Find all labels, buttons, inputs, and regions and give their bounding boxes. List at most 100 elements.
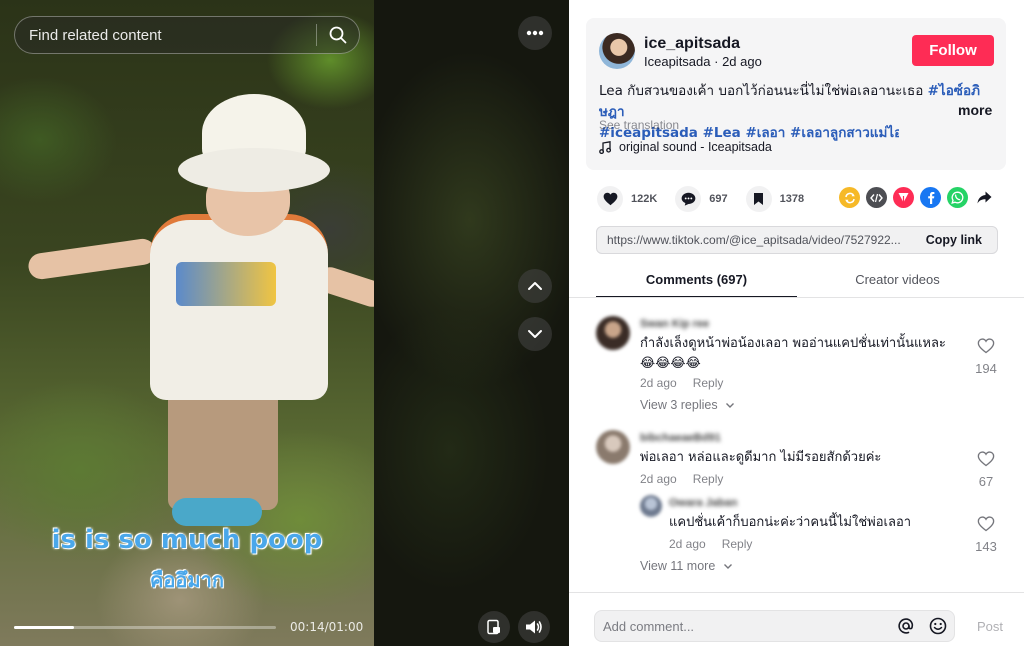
comment-text: กำลังเล็งดูหน้าพ่อน้องเลอา พออ่านแคปชั่น… xyxy=(640,336,946,371)
embed-icon xyxy=(870,193,883,202)
comment-composer xyxy=(594,610,955,642)
more-options-button[interactable] xyxy=(518,16,552,50)
comment-input[interactable] xyxy=(595,618,890,634)
reply-button[interactable]: Reply xyxy=(722,537,753,551)
floating-player-button[interactable] xyxy=(478,611,510,643)
commenter-name[interactable]: bibchaeaeBd91 xyxy=(640,432,721,444)
music-note-icon xyxy=(599,140,611,154)
comment-meta: 2d ago Reply xyxy=(640,376,723,390)
reply-meta: 2d ago Reply xyxy=(669,537,752,551)
video-frame[interactable]: is is so much poop คืออึมาก xyxy=(0,0,374,646)
favorite-button[interactable]: 1378 xyxy=(745,186,805,212)
video-url: https://www.tiktok.com/@ice_apitsada/vid… xyxy=(607,233,901,247)
shirt-logo xyxy=(176,262,276,306)
post-comment-button[interactable]: Post xyxy=(977,619,1003,634)
replier-name[interactable]: Owara Jaban xyxy=(669,497,737,509)
author-avatar[interactable] xyxy=(599,33,635,69)
progress-fill xyxy=(14,626,75,629)
volume-button[interactable] xyxy=(518,611,550,643)
author-nickname[interactable]: Iceapitsada xyxy=(644,54,711,69)
search-icon xyxy=(329,26,347,44)
tiktok-video-page: is is so much poop คืออึมาก 00:14/01:00 xyxy=(0,0,1024,646)
author-username[interactable]: ice_apitsada xyxy=(644,35,740,53)
repost-button[interactable] xyxy=(839,187,860,208)
search-button[interactable] xyxy=(317,17,359,53)
replier-avatar[interactable] xyxy=(640,495,662,517)
separator-dot: · xyxy=(714,54,723,69)
send-to-friends-button[interactable] xyxy=(893,187,914,208)
original-sound-link[interactable]: original sound - Iceapitsada xyxy=(599,140,772,154)
previous-video-button[interactable] xyxy=(518,269,552,303)
chevron-down-icon xyxy=(528,330,542,338)
video-info-card: ice_apitsada Iceapitsada · 2d ago Follow… xyxy=(586,18,1006,170)
like-button[interactable]: 122K xyxy=(597,186,657,212)
mention-button[interactable] xyxy=(890,617,922,635)
follow-button[interactable]: Follow xyxy=(912,35,994,66)
playback-time: 00:14/01:00 xyxy=(290,620,364,634)
copy-link-button[interactable]: Copy link xyxy=(914,233,997,247)
child-shirt xyxy=(150,214,328,400)
more-share-button[interactable] xyxy=(974,187,995,208)
chevron-down-icon xyxy=(726,403,735,408)
child-shoes xyxy=(172,498,262,526)
description-text: Lea กับสวนของเค้า บอกไว้ก่อนนะนี่ไม่ใช่พ… xyxy=(599,83,928,99)
progress-bar[interactable] xyxy=(14,626,276,629)
video-player[interactable]: is is so much poop คืออึมาก 00:14/01:00 xyxy=(0,0,569,646)
child-arm-left xyxy=(26,237,158,281)
commenter-name[interactable]: Swan Kip ree xyxy=(640,318,709,330)
post-date: 2d ago xyxy=(722,54,762,69)
reply-button[interactable]: Reply xyxy=(693,376,724,390)
comment-time: 2d ago xyxy=(640,472,677,486)
reply-button[interactable]: Reply xyxy=(693,472,724,486)
comment-like-button[interactable]: 194 xyxy=(966,338,1006,376)
send-icon xyxy=(898,193,909,203)
comment-like-count: 194 xyxy=(975,361,997,376)
comment-time: 2d ago xyxy=(640,376,677,390)
heart-outline-icon xyxy=(977,516,995,532)
search-input[interactable] xyxy=(15,26,316,44)
comment-box-divider xyxy=(569,592,1024,593)
share-whatsapp-button[interactable] xyxy=(947,187,968,208)
heart-outline-icon xyxy=(977,338,995,354)
description-more-button[interactable]: more xyxy=(958,102,992,118)
share-facebook-button[interactable] xyxy=(920,187,941,208)
picture-in-picture-icon xyxy=(487,619,500,635)
commenter-avatar[interactable] xyxy=(596,316,630,350)
like-icon-wrap xyxy=(597,186,623,212)
emoji-button[interactable] xyxy=(922,617,954,635)
child-legs xyxy=(168,388,278,510)
search-box[interactable] xyxy=(14,16,360,54)
share-arrow-icon xyxy=(977,191,992,204)
emoji-icon xyxy=(929,617,947,635)
tabs-divider xyxy=(569,297,1024,298)
reply-like-button[interactable]: 143 xyxy=(966,516,1006,554)
tab-creator-videos[interactable]: Creator videos xyxy=(797,266,998,298)
comment-icon-wrap xyxy=(675,186,702,212)
view-more-replies-button[interactable]: View 11 more xyxy=(640,559,733,573)
commenter-avatar[interactable] xyxy=(596,430,630,464)
next-video-button[interactable] xyxy=(518,317,552,351)
engagement-bar: 122K 697 1378 xyxy=(597,185,822,213)
author-nickname-line: Iceapitsada · 2d ago xyxy=(644,54,762,69)
bucket-hat-brim xyxy=(178,148,330,192)
reply-like-count: 143 xyxy=(975,539,997,554)
comment-like-button[interactable]: 67 xyxy=(966,451,1006,489)
tab-comments[interactable]: Comments (697) xyxy=(596,266,797,298)
repost-icon xyxy=(844,192,855,203)
reply-text: แคปชั่นเค้าก็บอกน่ะค่ะว่าคนนี้ไม่ใช่พ่อเ… xyxy=(669,515,912,530)
at-sign-icon xyxy=(898,618,914,634)
comment-text: พ่อเลอา หล่อและดูดีมาก ไม่มีรอยสักด้วยค่… xyxy=(640,450,882,465)
comment-button[interactable]: 697 xyxy=(675,186,728,212)
bookmark-icon xyxy=(754,193,764,205)
embed-button[interactable] xyxy=(866,187,887,208)
panel-tabs: Comments (697) Creator videos xyxy=(596,266,998,298)
sound-name: original sound - Iceapitsada xyxy=(619,140,772,154)
view-replies-button[interactable]: View 3 replies xyxy=(640,398,735,412)
comment-count: 697 xyxy=(709,193,728,205)
see-translation-link[interactable]: See translation xyxy=(599,118,679,132)
favorite-icon-wrap xyxy=(745,186,772,212)
favorite-count: 1378 xyxy=(779,193,805,205)
view-replies-label: View 3 replies xyxy=(640,398,718,412)
chevron-down-icon xyxy=(723,564,732,569)
comment-like-count: 67 xyxy=(978,474,994,489)
